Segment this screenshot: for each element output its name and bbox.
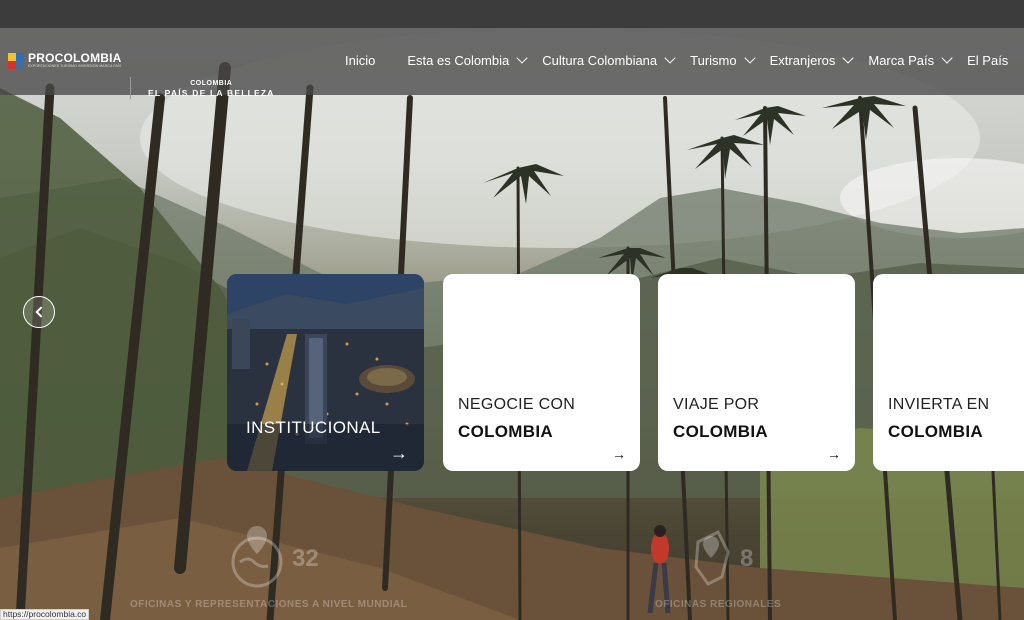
- card-invierta-en-colombia[interactable]: INVIERTA EN COLOMBIA: [873, 274, 1024, 471]
- chevron-left-icon: [34, 306, 47, 318]
- stat-offices-worldwide-value: 32: [292, 545, 319, 572]
- country-brand-logo[interactable]: COLOMBIA EL PAÍS DE LA BELLEZA: [148, 80, 275, 98]
- nav-item-label: Turismo: [690, 53, 737, 68]
- nav-item-marca-pais[interactable]: Marca País: [868, 52, 953, 68]
- procolombia-logo[interactable]: PROCOLOMBIA EXPORTACIONES TURISMO INVERS…: [8, 52, 122, 69]
- brand-line-2: EL PAÍS DE LA BELLEZA: [148, 88, 275, 98]
- nav-item-esta-es-colombia[interactable]: Esta es Colombia: [407, 52, 528, 68]
- nav-item-inicio[interactable]: Inicio: [345, 53, 375, 68]
- stat-offices-worldwide-label: OFICINAS Y REPRESENTACIONES A NIVEL MUND…: [130, 599, 408, 610]
- nav-item-label: Cultura Colombiana: [542, 53, 658, 68]
- card-title-line2: COLOMBIA: [458, 422, 553, 441]
- nav-item-el-pais[interactable]: El País: [967, 53, 1008, 68]
- stat-regional-offices-label: OFICINAS REGIONALES: [655, 599, 782, 610]
- card-negocie-con-colombia[interactable]: NEGOCIE CON COLOMBIA →: [443, 274, 640, 471]
- card-title-line2: COLOMBIA: [888, 422, 983, 441]
- city-night-image: [227, 274, 424, 471]
- nav-item-label: El País: [967, 53, 1009, 68]
- arrow-right-icon: →: [612, 446, 626, 462]
- brand-line-1: COLOMBIA: [190, 80, 233, 87]
- browser-top-strip: [0, 0, 1024, 28]
- card-institucional[interactable]: INSTITUCIONAL →: [227, 274, 424, 471]
- nav-item-label: Esta es Colombia: [407, 53, 510, 68]
- chevron-down-icon: [664, 52, 676, 64]
- chevron-down-icon: [941, 52, 953, 64]
- nav-item-cultura-colombiana[interactable]: Cultura Colombiana: [542, 52, 676, 68]
- logo-tagline: EXPORTACIONES TURISMO INVERSIÓN MARCA PA…: [28, 64, 122, 68]
- nav-item-label: Inicio: [345, 53, 376, 68]
- card-viaje-por-colombia[interactable]: VIAJE POR COLOMBIA →: [658, 274, 855, 471]
- nav-item-label: Extranjeros: [769, 53, 836, 68]
- arrow-right-icon: →: [827, 446, 841, 462]
- stat-regional-offices-value: 8: [740, 545, 754, 572]
- card-title-line2: COLOMBIA: [673, 422, 768, 441]
- header-divider: [130, 77, 131, 99]
- carousel-prev-button[interactable]: [23, 296, 55, 328]
- arrow-right-icon: →: [390, 443, 408, 463]
- chevron-down-icon: [516, 52, 528, 64]
- nav-item-extranjeros[interactable]: Extranjeros: [769, 52, 855, 68]
- card-title-line1: NEGOCIE CON: [458, 396, 576, 413]
- nav-item-label: Marca País: [868, 53, 935, 68]
- main-menu: Inicio Esta es Colombia Cultura Colombia…: [345, 52, 1008, 68]
- chevron-down-icon: [743, 52, 756, 64]
- procolombia-logo-icon: [8, 52, 24, 69]
- nav-item-turismo[interactable]: Turismo: [690, 52, 756, 68]
- colombia-map-pin-icon: [694, 529, 730, 586]
- card-title-line1: VIAJE POR: [673, 396, 760, 413]
- logo-text: PROCOLOMBIA: [28, 51, 122, 65]
- card-title: INSTITUCIONAL: [246, 418, 381, 437]
- status-bar-url: https://procolombia.co: [0, 609, 90, 620]
- chevron-down-icon: [842, 52, 855, 64]
- world-map-pin-icon: [231, 526, 283, 588]
- card-title-line1: INVIERTA EN: [888, 396, 990, 413]
